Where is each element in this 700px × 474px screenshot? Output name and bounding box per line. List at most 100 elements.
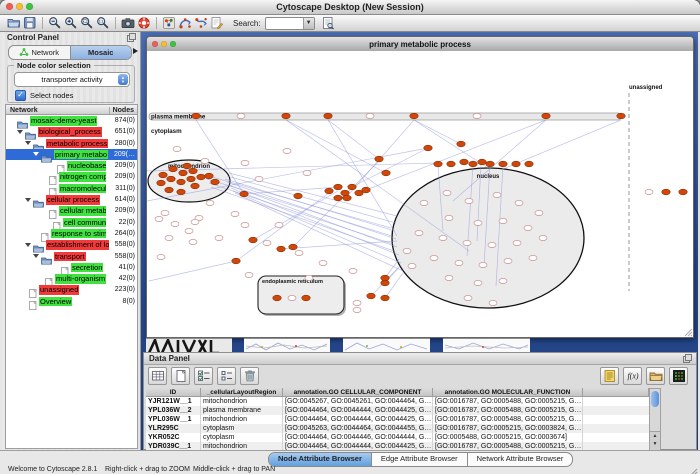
network-node-unselected[interactable]	[479, 262, 487, 267]
tree-row[interactable]: cellular metabo209(0)	[6, 205, 137, 216]
column-header[interactable]: annotation.GO MOLECULAR_FUNCTION	[433, 388, 583, 397]
tree-row[interactable]: primary metabo209(…	[6, 149, 137, 160]
tab-network-attribute-browser[interactable]: Network Attribute Browser	[467, 453, 573, 466]
network-node-unselected[interactable]	[430, 255, 438, 260]
attribute-list-icon[interactable]	[600, 367, 619, 385]
network-node[interactable]	[183, 163, 191, 169]
network-node[interactable]	[617, 113, 625, 119]
float-panel-icon[interactable]	[683, 354, 692, 363]
network-node[interactable]	[169, 166, 177, 172]
column-header[interactable]: ID	[146, 388, 201, 397]
select-nodes-checkbox[interactable]: ✓	[15, 90, 26, 101]
network-node-unselected[interactable]	[161, 210, 169, 215]
attribute-table-icon[interactable]	[148, 367, 167, 385]
network-node-unselected[interactable]	[305, 275, 313, 280]
network-node-unselected[interactable]	[474, 220, 482, 225]
tree-row[interactable]: transport558(0)	[6, 251, 137, 262]
tree-row[interactable]: macromolecule311(0)	[6, 183, 137, 194]
network-node-unselected[interactable]	[165, 235, 173, 240]
network-node-unselected[interactable]	[445, 215, 453, 220]
network-node-unselected[interactable]	[439, 235, 447, 240]
table-row[interactable]: YLR295Ccytoplasm[GO:0045263, GO:0044464,…	[146, 424, 649, 433]
tree-row[interactable]: secretion41(0)	[6, 262, 137, 273]
network-node-unselected[interactable]	[255, 176, 263, 181]
save-icon[interactable]	[22, 16, 38, 31]
network-node[interactable]	[382, 170, 390, 176]
network-node[interactable]	[486, 161, 494, 167]
tree-row[interactable]: Overview8(0)	[6, 296, 137, 307]
network-node[interactable]	[189, 168, 197, 174]
network-node[interactable]	[177, 189, 185, 195]
network-node-unselected[interactable]	[263, 240, 271, 245]
network-node[interactable]	[191, 183, 199, 189]
network-node-unselected[interactable]	[283, 148, 291, 153]
network-node[interactable]	[165, 187, 173, 193]
tab-node-attribute-browser[interactable]: Node Attribute Browser	[269, 453, 371, 466]
network-node[interactable]	[232, 258, 240, 264]
list-attributes-icon[interactable]	[217, 367, 236, 385]
network-node-unselected[interactable]	[241, 160, 249, 165]
column-header[interactable]	[583, 388, 649, 397]
network-node[interactable]	[662, 189, 670, 195]
layout-network-icon[interactable]	[177, 16, 193, 31]
network-node-unselected[interactable]	[275, 222, 283, 227]
network-node-unselected[interactable]	[499, 218, 507, 223]
scrollbar-arrows[interactable]: ▲▼	[650, 431, 660, 450]
network-node-unselected[interactable]	[513, 240, 521, 245]
network-node[interactable]	[525, 161, 533, 167]
network-node-unselected[interactable]	[464, 295, 472, 300]
network-node-unselected[interactable]	[539, 235, 547, 240]
select-attributes-icon[interactable]	[194, 367, 213, 385]
zoom-selected-icon[interactable]	[79, 16, 95, 31]
snapshot-icon[interactable]	[120, 16, 136, 31]
window-titlebar[interactable]: Cytoscape Desktop (New Session)	[0, 0, 700, 15]
network-node-unselected[interactable]	[349, 268, 357, 273]
network-canvas[interactable]: plasma membranecytoplasmmitochondrionnuc…	[147, 51, 693, 337]
open-file-icon[interactable]	[6, 16, 22, 31]
network-node-unselected[interactable]	[173, 146, 181, 151]
network-node[interactable]	[469, 161, 477, 167]
network-node-unselected[interactable]	[189, 239, 197, 244]
network-node[interactable]	[447, 161, 455, 167]
table-row[interactable]: YPL036W__1mitochondrion[GO:0044464, GO:0…	[146, 415, 649, 424]
network-node[interactable]	[324, 113, 332, 119]
zoom-in-icon[interactable]	[63, 16, 79, 31]
import-attributes-icon[interactable]	[646, 367, 665, 385]
network-node-unselected[interactable]	[524, 225, 532, 230]
tab-network[interactable]: Network	[9, 46, 70, 59]
network-node[interactable]	[542, 113, 550, 119]
network-node[interactable]	[211, 179, 219, 185]
background-window-fragment[interactable]	[244, 338, 330, 352]
table-row[interactable]: YPL036W__2plasma membrane[GO:0044464, GO…	[146, 406, 649, 415]
network-node[interactable]	[325, 188, 333, 194]
network-node-unselected[interactable]	[488, 242, 496, 247]
network-node-unselected[interactable]	[463, 240, 471, 245]
network-node[interactable]	[410, 113, 418, 119]
network-node[interactable]	[273, 295, 281, 301]
network-node-unselected[interactable]	[535, 210, 543, 215]
network-node[interactable]	[375, 156, 383, 162]
network-node-unselected[interactable]	[504, 258, 512, 263]
network-node[interactable]	[460, 159, 468, 165]
network-node-unselected[interactable]	[515, 200, 523, 205]
network-node-unselected[interactable]	[445, 275, 453, 280]
network-node-unselected[interactable]	[155, 216, 163, 221]
tree-row[interactable]: unassigned223(0)	[6, 284, 137, 295]
disclosure-triangle-icon[interactable]	[25, 243, 31, 247]
disclosure-triangle-icon[interactable]	[25, 141, 31, 145]
network-node[interactable]	[192, 113, 200, 119]
tree-row[interactable]: cell communicat22(0)	[6, 217, 137, 228]
delete-attribute-icon[interactable]	[240, 367, 259, 385]
zoom-out-icon[interactable]	[47, 16, 63, 31]
nucleus-region[interactable]	[392, 168, 584, 308]
network-node-unselected[interactable]	[465, 198, 473, 203]
tree-row[interactable]: mosaic-demo-yeast874(0)	[6, 115, 137, 126]
column-header[interactable]: annotation.GO CELLULAR_COMPONENT	[283, 388, 433, 397]
network-node-unselected[interactable]	[645, 189, 653, 194]
network-node-unselected[interactable]	[403, 248, 411, 253]
help-ring-icon[interactable]	[136, 16, 152, 31]
network-node[interactable]	[240, 191, 248, 197]
disclosure-triangle-icon[interactable]	[17, 130, 23, 134]
network-node-unselected[interactable]	[201, 158, 209, 163]
tree-row[interactable]: multi-organism pro42(0)	[6, 273, 137, 284]
